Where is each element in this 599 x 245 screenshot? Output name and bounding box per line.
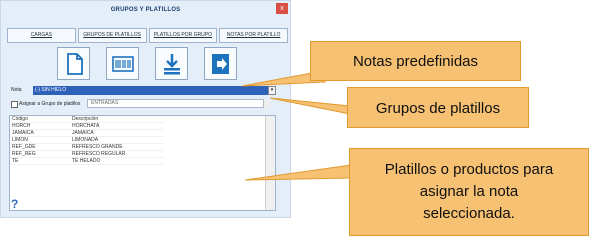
callout-platillos-line2: asignar la nota [419, 183, 519, 200]
callout-grupos-text: Grupos de platillos [375, 100, 501, 117]
callout-grupos-de-platillos: Grupos de platillos [347, 87, 529, 128]
callout-pointer-grupos [269, 97, 351, 115]
callout-platillos-line1: Platillos o productos para [384, 161, 554, 178]
callout-platillos: Platillos o productos para asignar la no… [349, 148, 589, 236]
callout-pointer-platillos [244, 164, 352, 181]
callout-notas-text: Notas predefinidas [352, 53, 479, 70]
callout-platillos-line3: seleccionada. [423, 205, 515, 222]
callout-notas-predefinidas: Notas predefinidas [310, 41, 521, 81]
